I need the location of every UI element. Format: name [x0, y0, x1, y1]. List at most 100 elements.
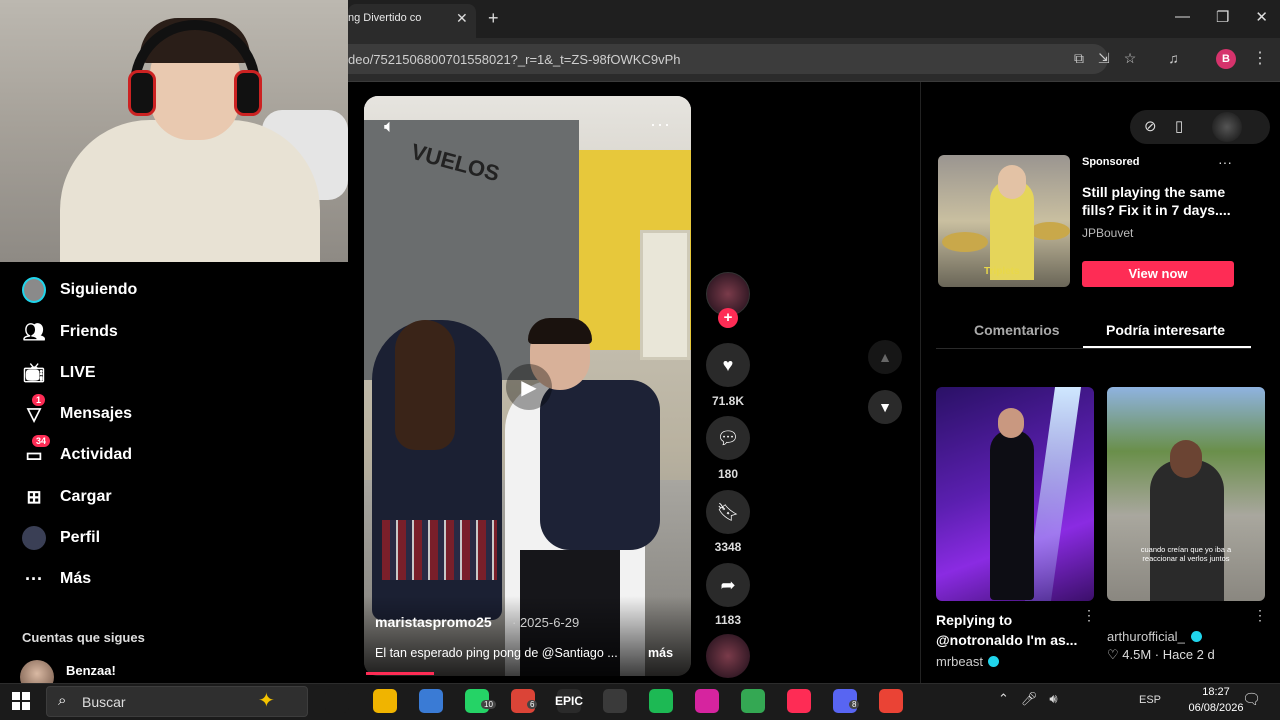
clock-date[interactable]: 06/08/2026 [1186, 702, 1246, 714]
task-view-icon[interactable] [325, 689, 349, 713]
url-text[interactable]: deo/7521506800701558021?_r=1&_t=ZS-98fOW… [348, 52, 680, 67]
webcam-person-hoodie [60, 120, 320, 280]
sidebar-item-messages[interactable]: ▽ 1 Mensajes [22, 394, 132, 426]
like-count: 71.8K [711, 394, 745, 408]
close-window-button[interactable]: ✕ [1255, 8, 1268, 26]
instagram-icon[interactable] [695, 689, 719, 713]
profile-avatar-icon [22, 526, 46, 550]
video-scene-girl-hair [395, 320, 455, 450]
ad-more-icon[interactable]: ··· [1218, 154, 1232, 170]
volume-icon[interactable]: 🔊︎ [1049, 691, 1057, 707]
recommendation-more-icon[interactable]: ⋮ [1082, 607, 1096, 624]
sidebar-item-upload[interactable]: ⊞ Cargar [22, 485, 112, 509]
sidebar-item-live[interactable]: 📺︎ LIVE [22, 361, 96, 385]
tab-comments[interactable]: Comentarios [974, 322, 1060, 338]
search-highlight-icon[interactable]: ✦ [258, 688, 275, 713]
previous-video-button[interactable]: ▲ [868, 340, 902, 374]
webcam-headset-ear-right [234, 70, 262, 116]
sidebar-item-label: Cargar [60, 488, 112, 505]
save-count: 3348 [714, 540, 742, 554]
next-video-button[interactable]: ▼ [868, 390, 902, 424]
sidebar-item-friends[interactable]: 👥︎ Friends [22, 320, 118, 344]
video-caption-shade [364, 596, 691, 676]
recommendation-person-head [1170, 440, 1202, 478]
recommendation-author[interactable]: mrbeast [936, 654, 983, 669]
following-accounts-title: Cuentas que sigues [22, 630, 145, 645]
tab-close-icon[interactable]: ✕ [456, 10, 468, 27]
share-button[interactable]: ➦ [706, 563, 750, 607]
save-button[interactable]: 🔖︎ [706, 490, 750, 534]
sidebar-item-profile[interactable]: Perfil [22, 526, 100, 550]
media-control-icon[interactable]: ♫ [1168, 50, 1179, 67]
new-tab-button[interactable]: + [488, 8, 499, 29]
recommendation-stats: ♡ 4.5M · Hace 2 d [1107, 647, 1215, 662]
sidebar-item-label: LIVE [60, 364, 96, 381]
taskbar-search-placeholder: Buscar [82, 694, 126, 710]
tab-title: ng Divertido co [348, 12, 422, 24]
video-caption: El tan esperado ping pong de @Santiago .… [375, 646, 618, 660]
browser-menu-icon[interactable]: ⋮ [1252, 48, 1268, 68]
install-app-icon[interactable]: ⇲ [1098, 50, 1110, 67]
tab-suggestions[interactable]: Podría interesarte [1106, 322, 1225, 338]
recommendation-author[interactable]: arthurofficial_ [1107, 629, 1185, 644]
video-scene-window [640, 230, 690, 360]
sidebar-item-activity[interactable]: ▭ 34 Actividad [22, 435, 133, 467]
sidebar-item-more[interactable]: ··· Más [22, 567, 91, 591]
file-explorer-icon[interactable] [373, 689, 397, 713]
sidebar-item-label: Friends [60, 323, 118, 340]
play-icon[interactable]: ▶ [506, 364, 552, 410]
live-icon: 📺︎ [22, 362, 46, 383]
chrome-alt-icon[interactable] [879, 689, 903, 713]
recommendation-title[interactable]: Replying to @notronaldo I'm as... [936, 610, 1086, 650]
following-account-name[interactable]: Benzaa! [66, 663, 116, 678]
video-scene-skirt [382, 520, 497, 580]
compass-icon[interactable]: ⊘ [1144, 117, 1157, 135]
ad-title[interactable]: Still playing the same fills? Fix it in … [1082, 183, 1232, 219]
sidebar-item-label: Más [60, 570, 92, 587]
translate-icon[interactable]: ⧉ [1074, 50, 1084, 67]
recommendation-more-icon[interactable]: ⋮ [1253, 607, 1267, 624]
user-avatar[interactable] [1212, 112, 1242, 142]
minimize-button[interactable]: — [1175, 8, 1190, 26]
recommendation-person [1150, 460, 1224, 601]
verified-badge-icon [988, 656, 999, 667]
ad-thumbnail-text: Triplets [984, 266, 1020, 277]
ad-brand[interactable]: JPBouvet [1082, 226, 1133, 240]
caption-more-link[interactable]: más [648, 646, 673, 660]
language-indicator[interactable]: ESP [1139, 694, 1161, 706]
clock-time[interactable]: 18:27 [1186, 686, 1246, 698]
chevron-up-icon[interactable]: ⌃ [998, 691, 1009, 707]
ad-view-now-button[interactable]: View now [1082, 261, 1234, 287]
comment-button[interactable]: 💬︎ [706, 416, 750, 460]
microsoft-store-icon[interactable] [419, 689, 443, 713]
video-author[interactable]: maristaspromo25 [375, 614, 492, 630]
phone-icon[interactable]: ▯ [1175, 117, 1183, 135]
like-button[interactable]: ♥ [706, 343, 750, 387]
next-creator-avatar[interactable] [706, 634, 750, 678]
sidebar-item-label: Siguiendo [60, 281, 138, 298]
notifications-icon[interactable]: 🗨︎ [1242, 690, 1261, 708]
drive-icon[interactable] [741, 689, 765, 713]
browser-profile-avatar[interactable]: B [1216, 49, 1236, 69]
follow-plus-icon[interactable]: + [718, 308, 738, 328]
sidebar-item-label: Actividad [60, 446, 133, 463]
video-progress-bar[interactable] [366, 672, 434, 675]
microphone-icon[interactable]: 🎤︎ [1021, 691, 1038, 707]
upload-icon: ⊞ [26, 486, 42, 507]
share-count: 1183 [714, 613, 742, 627]
webcam-headset-ear-left [128, 70, 156, 116]
verified-badge-icon [1191, 631, 1202, 642]
messages-badge: 1 [32, 394, 46, 406]
sidebar-item-following[interactable]: Siguiendo [22, 277, 138, 303]
bookmark-star-icon[interactable]: ☆ [1124, 50, 1137, 67]
tiktok-icon[interactable] [787, 689, 811, 713]
obs-icon[interactable] [603, 689, 627, 713]
epic-games-icon[interactable]: EPIC [555, 689, 583, 713]
activity-icon: ▭ 34 [22, 435, 51, 467]
ad-drum-cymbal [1030, 222, 1070, 240]
maximize-button[interactable]: ❐ [1216, 8, 1229, 26]
windows-start-icon[interactable] [12, 692, 30, 710]
spotify-icon[interactable] [649, 689, 673, 713]
mute-icon[interactable]: 🔈︎ [384, 116, 395, 137]
video-more-icon[interactable]: ··· [650, 114, 671, 135]
